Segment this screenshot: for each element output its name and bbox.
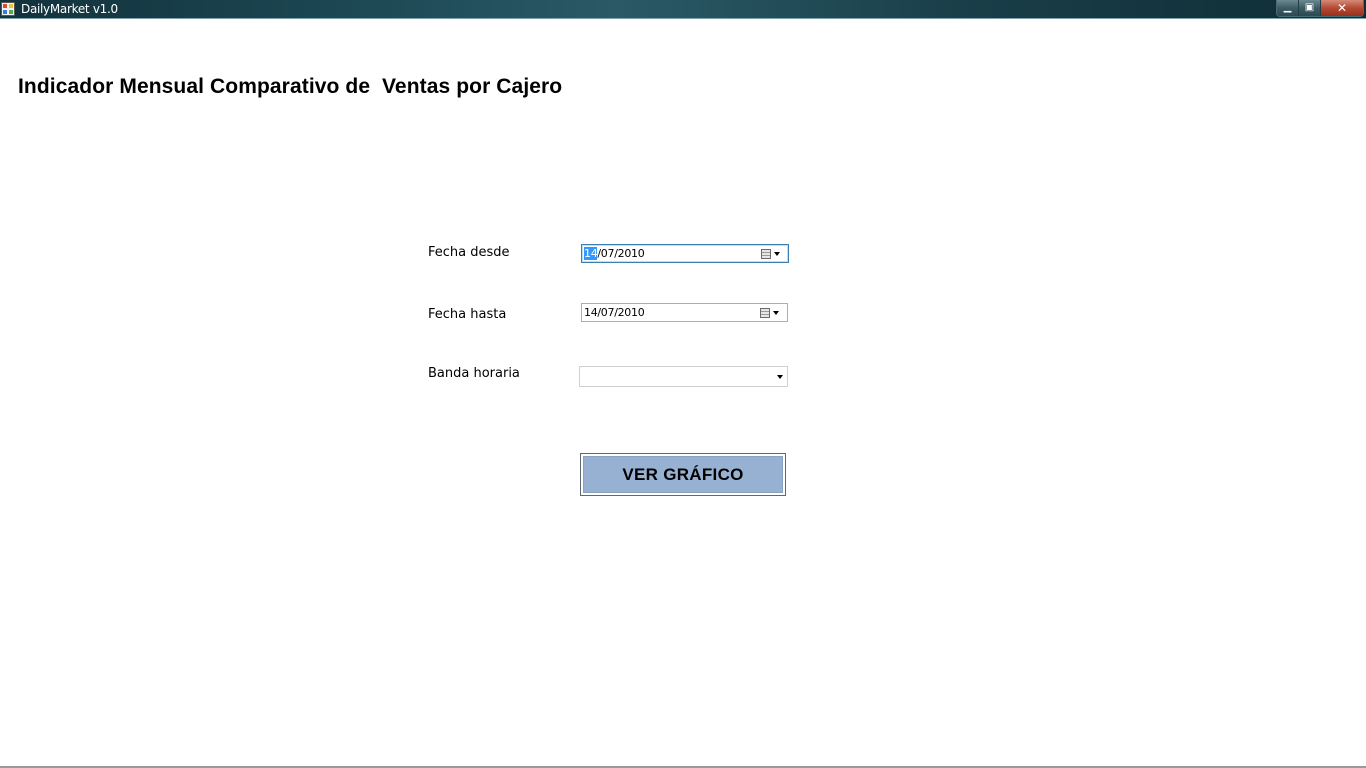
banda-horaria-label: Banda horaria <box>428 366 520 381</box>
restore-button[interactable]: ▣ <box>1299 0 1321 16</box>
chevron-down-icon <box>774 251 780 256</box>
calendar-icon <box>761 248 771 259</box>
fecha-desde-day-selected: 14 <box>584 247 598 260</box>
fecha-desde-dropdown-button[interactable] <box>761 247 785 260</box>
ver-grafico-button[interactable]: VER GRÁFICO <box>580 453 786 496</box>
restore-icon: ▣ <box>1304 2 1315 13</box>
title-bar[interactable]: DailyMarket v1.0 ▁ ▣ ✕ <box>0 0 1366 19</box>
fecha-desde-month-year: /07/2010 <box>597 247 645 260</box>
fecha-hasta-dropdown-button[interactable] <box>760 306 784 319</box>
window-controls: ▁ ▣ ✕ <box>1276 0 1364 17</box>
calendar-icon <box>760 307 770 318</box>
fecha-hasta-label: Fecha hasta <box>428 307 507 322</box>
fecha-desde-value[interactable]: 14/07/2010 <box>584 247 645 261</box>
ver-grafico-label: VER GRÁFICO <box>583 456 783 493</box>
app-window: DailyMarket v1.0 ▁ ▣ ✕ Indicador Mensual… <box>0 0 1366 768</box>
banda-horaria-select[interactable] <box>579 366 788 387</box>
fecha-desde-datepicker[interactable]: 14/07/2010 <box>581 244 789 263</box>
minimize-icon: ▁ <box>1283 2 1292 13</box>
fecha-hasta-datepicker[interactable]: 14/07/2010 <box>581 303 788 322</box>
minimize-button[interactable]: ▁ <box>1277 0 1299 16</box>
chevron-down-icon <box>773 310 779 315</box>
page-title: Indicador Mensual Comparativo de Ventas … <box>18 75 563 98</box>
fecha-desde-label: Fecha desde <box>428 245 510 260</box>
close-button[interactable]: ✕ <box>1321 0 1363 16</box>
app-icon <box>1 2 15 16</box>
window-title: DailyMarket v1.0 <box>21 2 118 16</box>
chevron-down-icon[interactable] <box>777 375 783 379</box>
close-icon: ✕ <box>1336 1 1348 15</box>
fecha-hasta-value[interactable]: 14/07/2010 <box>584 306 645 320</box>
